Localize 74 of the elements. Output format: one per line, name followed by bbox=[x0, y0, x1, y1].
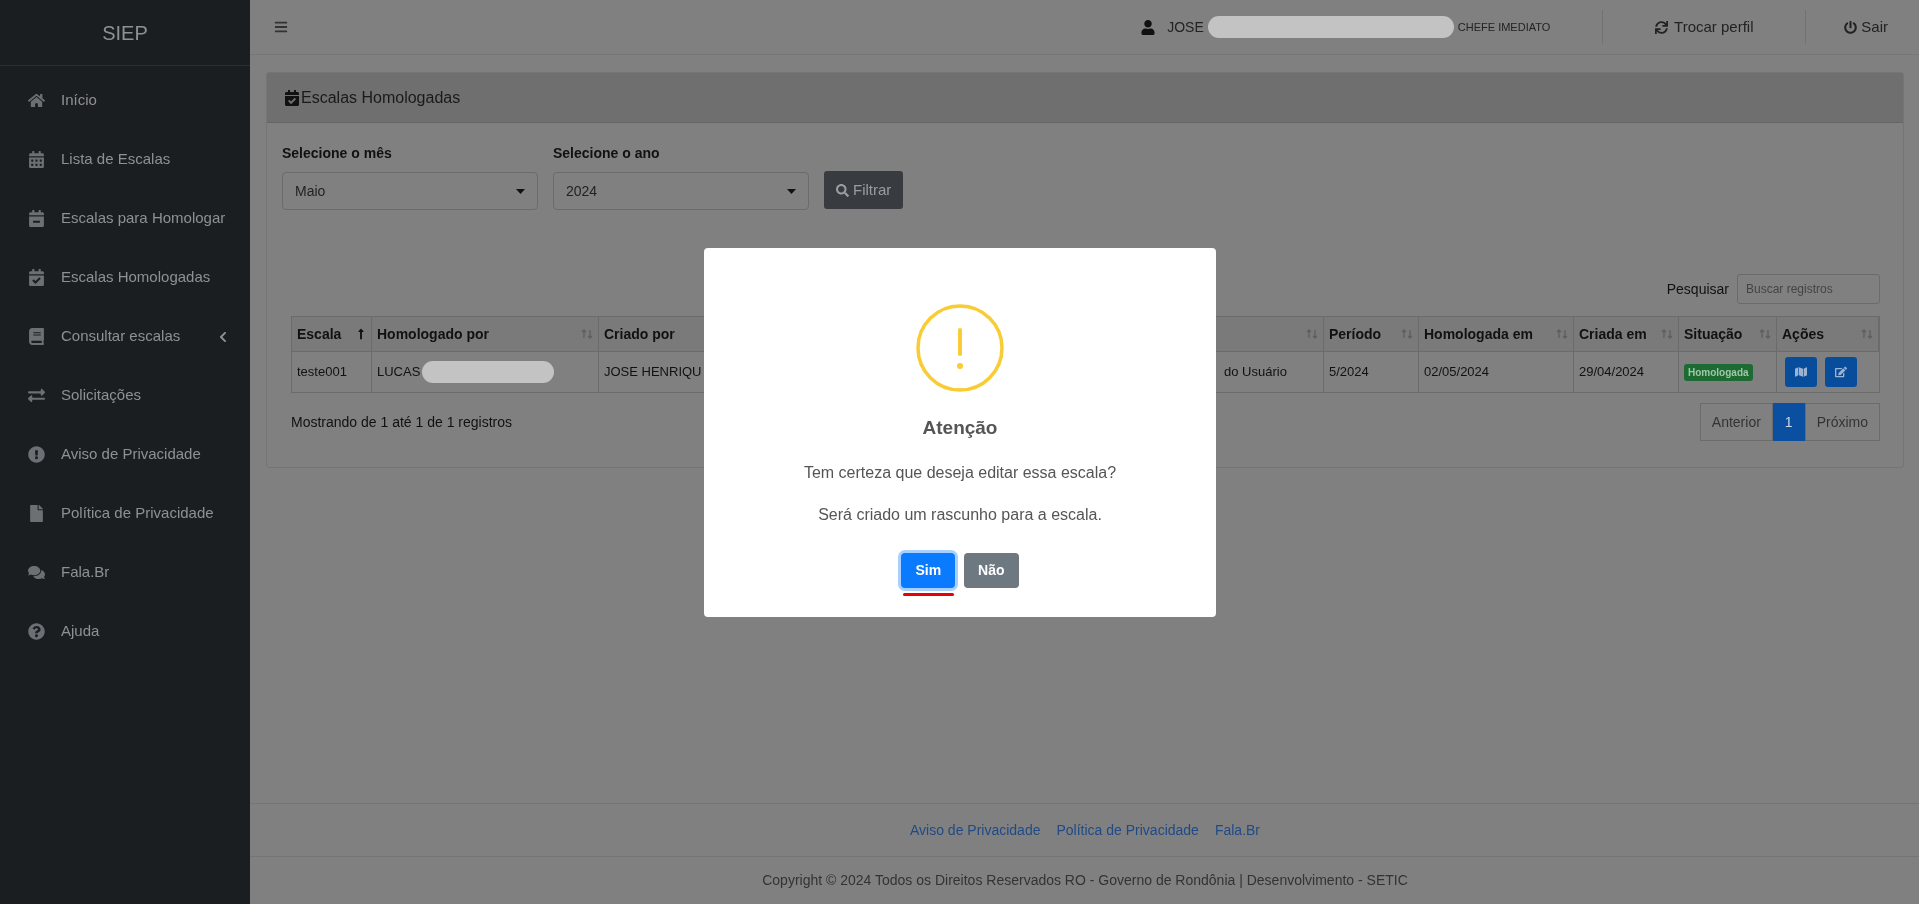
pagination-button[interactable]: 1 bbox=[1772, 403, 1805, 441]
caret-icon bbox=[787, 188, 796, 194]
dialog-title: Atenção bbox=[922, 416, 998, 440]
copyright-text: Copyright © 2024 Todos os Direitos Reservados RO - Governo de Rondônia | Desenvolvimento - SETIC bbox=[762, 871, 1408, 890]
warning-icon bbox=[916, 304, 1004, 392]
menu-button[interactable] bbox=[274, 20, 288, 34]
document-icon bbox=[28, 505, 45, 522]
book-icon bbox=[28, 328, 45, 345]
column-header[interactable]: Homologado por bbox=[372, 317, 599, 351]
filter-button[interactable]: Filtrar bbox=[824, 171, 904, 209]
calendar-icon bbox=[28, 151, 45, 168]
pagination-button[interactable]: Próximo bbox=[1804, 403, 1880, 441]
footer-link[interactable]: Política de Privacidade bbox=[1056, 819, 1199, 841]
exclamation-icon bbox=[28, 446, 45, 463]
cancel-button[interactable]: Não bbox=[964, 552, 1019, 588]
column-header[interactable]: Período bbox=[1324, 317, 1419, 351]
sidebar-item[interactable]: Consultar escalas bbox=[0, 307, 250, 366]
status-badge: Homologada bbox=[1684, 363, 1753, 381]
search-icon bbox=[836, 183, 849, 197]
map-button[interactable] bbox=[1785, 357, 1817, 387]
user-icon bbox=[1141, 19, 1156, 35]
switch-profile-button[interactable]: Trocar perfil bbox=[1603, 15, 1806, 39]
menu-icon bbox=[274, 20, 288, 34]
table-cell: 02/05/2024 bbox=[1419, 352, 1574, 392]
select-field[interactable]: 2024 bbox=[553, 172, 809, 210]
sidebar-item[interactable]: Aviso de Privacidade bbox=[0, 425, 250, 484]
sidebar-item[interactable]: Escalas Homologadas bbox=[0, 248, 250, 307]
sidebar-item[interactable]: Ajuda bbox=[0, 602, 250, 661]
edit-button[interactable] bbox=[1825, 357, 1857, 387]
refresh-icon bbox=[1655, 20, 1669, 34]
calendar-check-icon bbox=[285, 89, 299, 106]
column-header[interactable]: Ações bbox=[1777, 317, 1879, 351]
search-label: Pesquisar bbox=[1666, 279, 1729, 299]
table-info: Mostrando de 1 até 1 de 1 registros bbox=[291, 412, 513, 432]
dialog-message: Será criado um rascunho para a escala. bbox=[818, 504, 1102, 525]
column-header[interactable]: Criada em bbox=[1574, 317, 1679, 351]
sidebar-item[interactable]: Solicitações bbox=[0, 366, 250, 425]
caret-icon bbox=[516, 188, 525, 194]
arrows-icon bbox=[28, 387, 45, 404]
edit-icon bbox=[1835, 366, 1847, 378]
footer-link[interactable]: Fala.Br bbox=[1214, 819, 1260, 841]
search-field[interactable]: Buscar registros bbox=[1737, 274, 1880, 304]
power-icon bbox=[1844, 20, 1858, 34]
table-cell: 5/2024 bbox=[1324, 352, 1419, 392]
sidebar-item[interactable]: Fala.Br bbox=[0, 543, 250, 602]
confirm-button[interactable]: Sim bbox=[901, 552, 956, 588]
table-cell: LUCAS bbox=[372, 352, 599, 392]
help-icon bbox=[28, 623, 45, 640]
field-label: Selecione o ano bbox=[553, 144, 661, 163]
table-cell: 29/04/2024 bbox=[1574, 352, 1679, 392]
table-cell: teste001 bbox=[292, 352, 372, 392]
sidebar-item[interactable]: Política de Privacidade bbox=[0, 484, 250, 543]
card-title: Escalas Homologadas bbox=[301, 87, 461, 108]
user-role: CHEFE IMEDIATO bbox=[1457, 19, 1551, 35]
column-header[interactable]: Homologada em bbox=[1419, 317, 1574, 351]
calendar-check-icon bbox=[28, 269, 45, 286]
brand-title: SIEP bbox=[102, 20, 148, 46]
sidebar-item[interactable]: Lista de Escalas bbox=[0, 130, 250, 189]
pagination-button[interactable]: Anterior bbox=[1699, 403, 1773, 441]
emphasis-underline bbox=[902, 592, 954, 596]
chat-icon bbox=[28, 564, 45, 581]
field-label: Selecione o mês bbox=[282, 144, 393, 163]
calendar-minus-icon bbox=[28, 210, 45, 227]
map-icon bbox=[1795, 366, 1807, 378]
dialog-message: Tem certeza que deseja editar essa escala? bbox=[803, 462, 1117, 483]
footer-link[interactable]: Aviso de Privacidade bbox=[910, 819, 1041, 841]
logout-button[interactable]: Sair bbox=[1844, 15, 1888, 39]
select-field[interactable]: Maio bbox=[282, 172, 538, 210]
sidebar-item[interactable]: Escalas para Homologar bbox=[0, 189, 250, 248]
user-name: JOSE bbox=[1167, 17, 1204, 37]
sidebar-item[interactable]: Início bbox=[0, 71, 250, 130]
home-icon bbox=[28, 92, 45, 109]
column-header[interactable]: Escala bbox=[292, 317, 372, 351]
column-header[interactable]: Situação bbox=[1679, 317, 1777, 351]
